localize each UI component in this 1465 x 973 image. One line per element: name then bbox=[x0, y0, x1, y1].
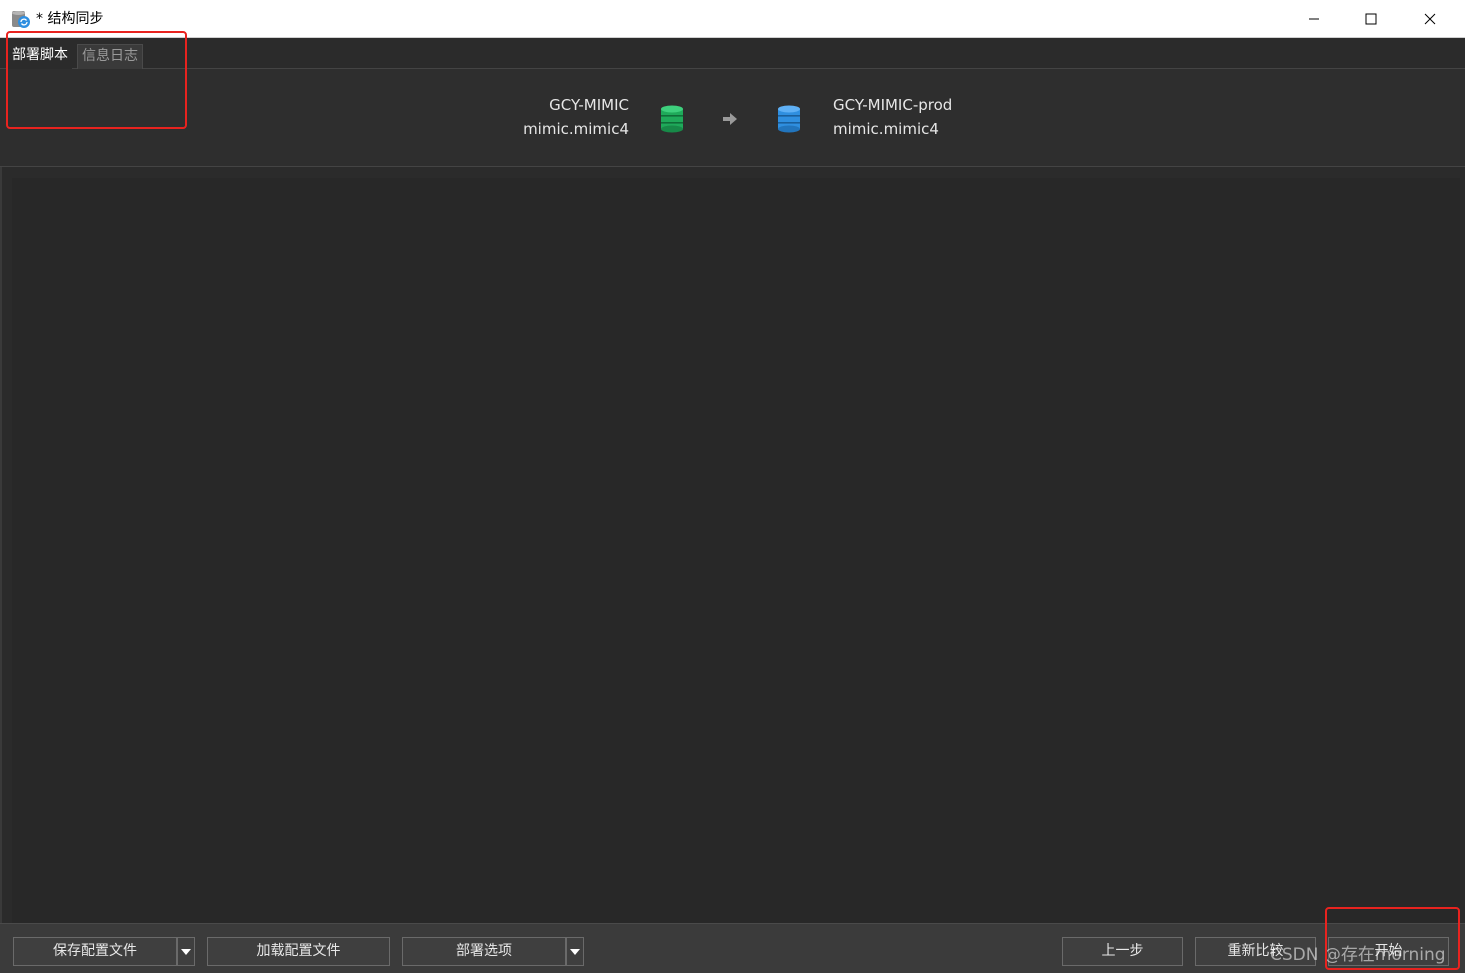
close-button[interactable] bbox=[1401, 0, 1459, 38]
save-profile-button[interactable]: 保存配置文件 bbox=[13, 937, 177, 966]
database-blue-icon bbox=[778, 105, 800, 133]
target-schema: mimic.mimic4 bbox=[833, 120, 939, 138]
save-profile-dropdown[interactable] bbox=[177, 937, 195, 966]
tab-info-log[interactable]: 信息日志 bbox=[77, 44, 143, 69]
bottom-toolbar: 保存配置文件 加载配置文件 部署选项 上一步 重新比较 开始 bbox=[0, 923, 1465, 973]
source-connection: GCY-MIMIC mimic.mimic4 bbox=[523, 93, 629, 141]
minimize-button[interactable] bbox=[1285, 0, 1343, 38]
target-connection: GCY-MIMIC-prod mimic.mimic4 bbox=[833, 93, 952, 141]
start-button[interactable]: 开始 bbox=[1328, 937, 1449, 966]
target-connection-name: GCY-MIMIC-prod bbox=[833, 96, 953, 114]
window-title: * 结构同步 bbox=[36, 11, 104, 27]
maximize-icon bbox=[1365, 13, 1377, 25]
deploy-options-button[interactable]: 部署选项 bbox=[402, 937, 566, 966]
minimize-icon bbox=[1309, 18, 1319, 20]
source-connection-name: GCY-MIMIC bbox=[549, 96, 629, 114]
title-bar: * 结构同步 bbox=[0, 0, 1465, 38]
tab-strip: 部署脚本 信息日志 bbox=[0, 38, 1465, 69]
database-sync-icon bbox=[12, 11, 30, 28]
close-icon bbox=[1424, 13, 1436, 25]
load-profile-button[interactable]: 加载配置文件 bbox=[207, 937, 390, 966]
left-edge bbox=[0, 167, 2, 923]
connection-header: GCY-MIMIC mimic.mimic4 GCY-MIMIC-prod mi… bbox=[0, 69, 1465, 167]
previous-step-button[interactable]: 上一步 bbox=[1062, 937, 1183, 966]
database-green-icon bbox=[661, 105, 683, 133]
maximize-button[interactable] bbox=[1342, 0, 1400, 38]
tab-deploy-script[interactable]: 部署脚本 bbox=[8, 44, 72, 69]
arrow-right-icon bbox=[723, 113, 737, 125]
source-schema: mimic.mimic4 bbox=[523, 120, 629, 138]
deploy-options-dropdown[interactable] bbox=[566, 937, 584, 966]
chevron-down-icon bbox=[181, 948, 191, 955]
recompare-button[interactable]: 重新比较 bbox=[1195, 937, 1316, 966]
deploy-script-editor[interactable] bbox=[12, 178, 1460, 923]
chevron-down-icon bbox=[570, 948, 580, 955]
